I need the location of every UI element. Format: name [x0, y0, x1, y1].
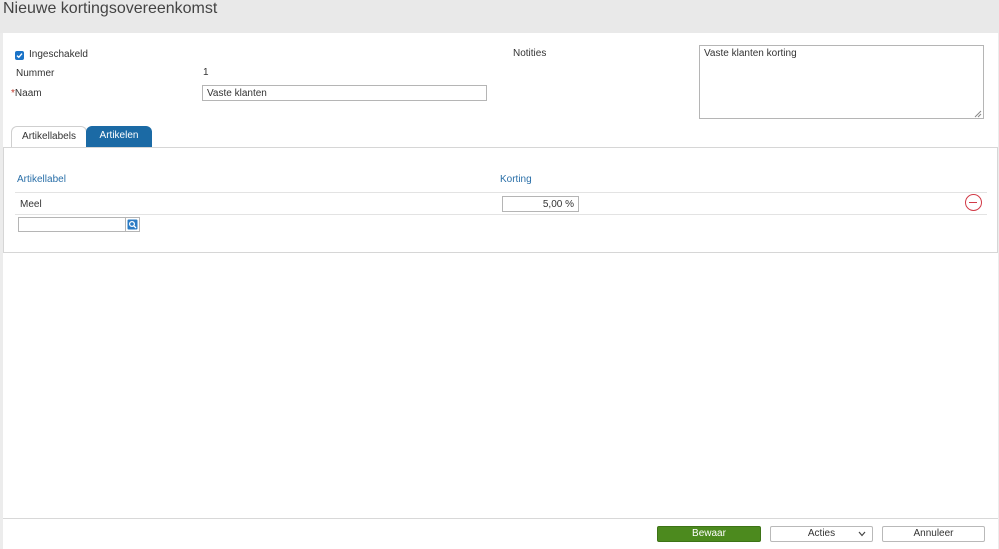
- cancel-button[interactable]: Annuleer: [882, 526, 985, 542]
- tab-artikelen[interactable]: Artikelen: [86, 126, 152, 147]
- notes-textarea[interactable]: Vaste klanten korting: [699, 45, 984, 119]
- lookup-button[interactable]: [125, 217, 140, 232]
- resize-grip-icon[interactable]: [973, 109, 982, 118]
- tab-artikellabels[interactable]: Artikellabels: [11, 126, 87, 147]
- number-value: 1: [203, 67, 209, 78]
- row-divider: [15, 214, 987, 215]
- name-label: *Naam: [11, 88, 42, 99]
- row-divider: [15, 192, 987, 193]
- page-title: Nieuwe kortingsovereenkomst: [3, 0, 218, 17]
- enabled-checkbox[interactable]: [15, 51, 24, 60]
- checkbox-checked-icon: [16, 53, 23, 59]
- tab-panel: Artikellabel Korting Meel: [3, 147, 998, 253]
- main-content: Ingeschakeld Nummer 1 *Naam Notities Vas…: [3, 33, 998, 518]
- page-header: Nieuwe kortingsovereenkomst: [0, 0, 999, 33]
- new-label-input[interactable]: [18, 217, 126, 232]
- column-header-korting[interactable]: Korting: [500, 174, 532, 185]
- enabled-label: Ingeschakeld: [29, 49, 88, 60]
- footer-bar: Bewaar Acties Annuleer: [3, 518, 998, 549]
- notes-label: Notities: [513, 48, 547, 59]
- name-label-text: Naam: [14, 88, 42, 99]
- discount-input[interactable]: [502, 196, 579, 212]
- actions-label: Acties: [807, 528, 836, 539]
- row-label-value: Meel: [20, 199, 42, 210]
- save-button[interactable]: Bewaar: [657, 526, 761, 542]
- number-label: Nummer: [16, 68, 55, 79]
- actions-dropdown-button[interactable]: Acties: [770, 526, 873, 542]
- column-header-artikellabel[interactable]: Artikellabel: [17, 174, 66, 185]
- minus-circle-icon[interactable]: [965, 194, 982, 211]
- search-lookup-icon: [127, 219, 138, 230]
- chevron-down-icon: [858, 531, 866, 537]
- name-input[interactable]: [202, 85, 487, 101]
